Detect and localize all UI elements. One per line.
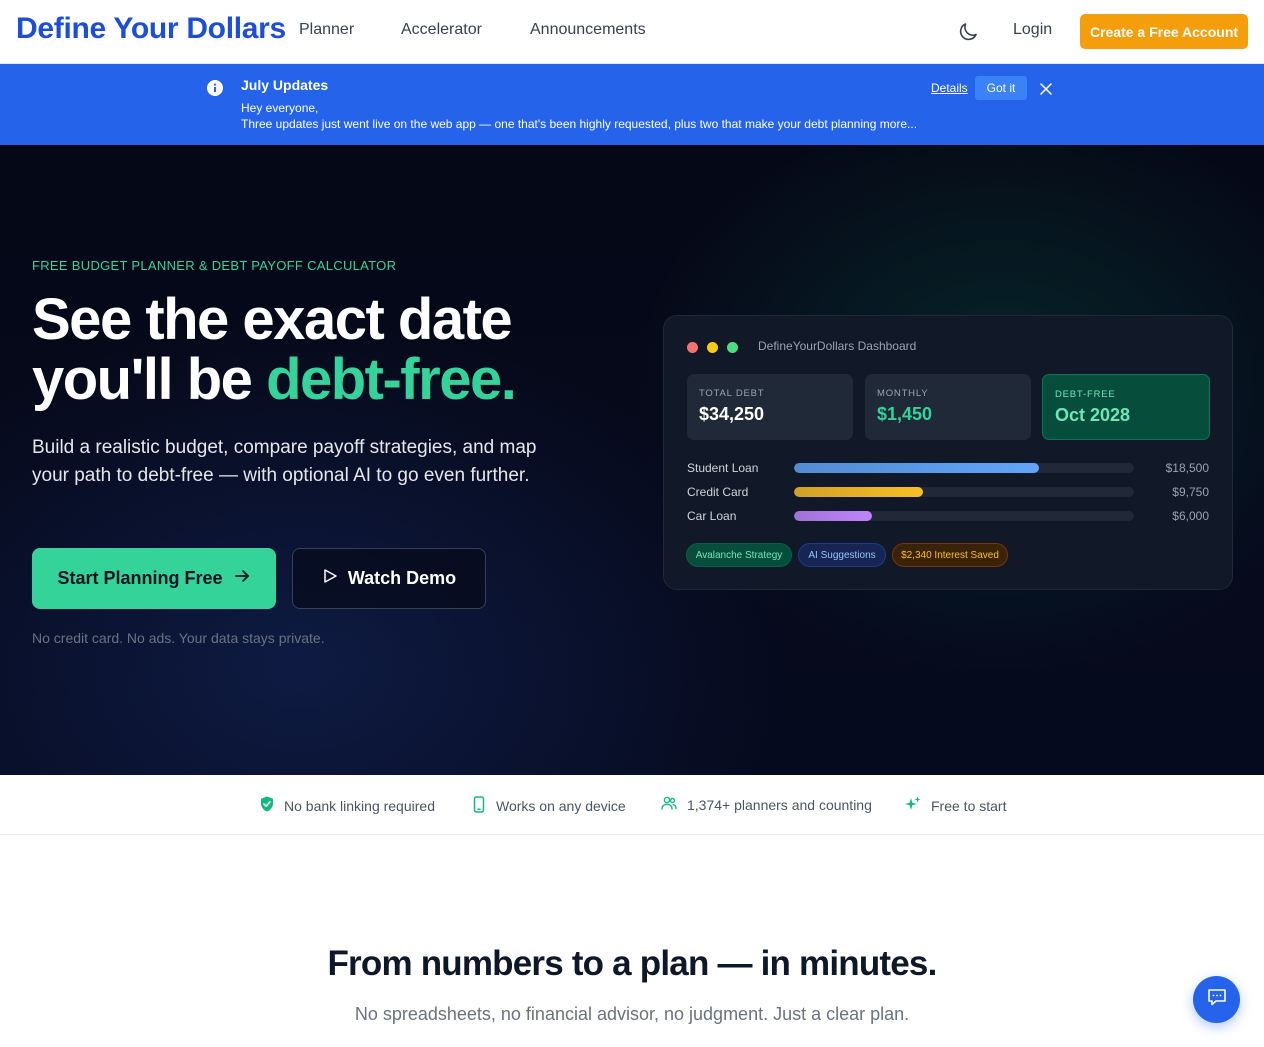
stat-value: Oct 2028: [1055, 405, 1131, 425]
phone-icon: [472, 796, 486, 816]
hero-eyebrow: FREE BUDGET PLANNER & DEBT PAYOFF CALCUL…: [32, 258, 397, 273]
headline-accent: debt-free.: [266, 347, 517, 412]
nav-link-announcements[interactable]: Announcements: [530, 21, 646, 39]
stat-label: TOTAL DEBT: [699, 388, 765, 399]
stat-label: MONTHLY: [877, 388, 929, 399]
trust-text: Works on any device: [496, 798, 626, 814]
trust-text: 1,374+ planners and counting: [687, 796, 872, 813]
watch-demo-label: Watch Demo: [347, 568, 457, 588]
start-planning-button[interactable]: Start Planning Free: [32, 548, 276, 609]
stat-monthly: MONTHLY $1,450: [865, 374, 1031, 440]
section-subtitle: No spreadsheets, no financial advisor, n…: [354, 1004, 910, 1024]
headline-line-2-prefix: you'll be: [32, 347, 267, 412]
dark-mode-toggle-icon[interactable]: [956, 20, 980, 44]
shield-check-icon: [260, 796, 274, 815]
trust-bar: [0, 775, 1264, 835]
trust-item-no-bank: No bank linking required: [260, 796, 435, 815]
play-icon: [322, 568, 338, 589]
nav-link-planner[interactable]: Planner: [299, 21, 354, 39]
trust-text: Free to start: [931, 797, 1007, 814]
stat-value: $34,250: [699, 404, 765, 424]
announcement-banner: [0, 64, 1264, 145]
banner-title: July Updates: [241, 77, 329, 93]
chip-avalanche-strategy: Avalanche Strategy: [686, 543, 792, 567]
chat-icon: [1206, 986, 1228, 1013]
close-icon[interactable]: [1040, 82, 1052, 95]
stat-value: $1,450: [877, 404, 933, 424]
chat-button[interactable]: [1193, 976, 1240, 1023]
banner-message: Three updates just went live on the web …: [241, 117, 918, 131]
stat-label: DEBT-FREE: [1055, 389, 1116, 400]
nav-link-accelerator[interactable]: Accelerator: [401, 21, 482, 39]
hero-subcopy: Build a realistic budget, compare payoff…: [32, 437, 537, 486]
users-icon: [661, 796, 677, 813]
debt-name-credit-card: Credit Card: [687, 485, 749, 499]
section-title: From numbers to a plan — in minutes.: [327, 944, 937, 983]
banner-greeting: Hey everyone,: [241, 101, 319, 115]
brand-logo[interactable]: Define Your Dollars: [16, 12, 286, 46]
hero-headline: See the exact date you'll be debt-free.: [32, 287, 517, 412]
stat-total-debt: TOTAL DEBT $34,250: [687, 374, 853, 440]
window-dot-yellow: [707, 342, 718, 353]
top-nav: Define Your Dollars Planner Accelerator …: [0, 0, 1264, 64]
debt-name-student-loan: Student Loan: [687, 461, 759, 475]
debt-bar-fill: [794, 511, 873, 521]
trust-text: No bank linking required: [284, 797, 435, 814]
trust-item-planners: 1,374+ planners and counting: [661, 796, 872, 813]
headline-line-1: See the exact date: [32, 287, 513, 352]
debt-bar-fill: [794, 487, 924, 497]
window-dot-red: [687, 342, 698, 353]
sparkles-icon: [905, 796, 921, 815]
debt-bar-track: [794, 511, 1134, 521]
chip-interest-saved: $2,340 Interest Saved: [892, 543, 1008, 567]
chip-ai-suggestions: AI Suggestions: [798, 543, 886, 567]
debt-bar-track: [794, 463, 1134, 473]
hero-fineprint: No credit card. No ads. Your data stays …: [32, 630, 325, 646]
arrow-right-icon: [233, 567, 251, 590]
login-link[interactable]: Login: [1013, 21, 1052, 39]
window-dot-green: [727, 342, 738, 353]
trust-item-any-device: Works on any device: [472, 796, 626, 816]
debt-amount-car-loan: $6,000: [1172, 509, 1209, 523]
banner-got-it-button[interactable]: Got it: [975, 76, 1027, 100]
trust-item-free: Free to start: [905, 796, 1006, 815]
stat-debt-free-date: DEBT-FREE Oct 2028: [1042, 374, 1210, 440]
debt-amount-credit-card: $9,750: [1172, 485, 1209, 499]
start-planning-label: Start Planning Free: [57, 568, 223, 588]
debt-name-car-loan: Car Loan: [687, 509, 737, 523]
banner-details-link[interactable]: Details: [931, 81, 968, 95]
debt-bar-fill: [794, 463, 1039, 473]
dashboard-title: DefineYourDollars Dashboard: [758, 339, 917, 353]
create-account-button[interactable]: Create a Free Account: [1080, 14, 1248, 49]
debt-bar-track: [794, 487, 1134, 497]
watch-demo-button[interactable]: Watch Demo: [292, 548, 486, 609]
info-icon: [207, 80, 223, 96]
debt-amount-student-loan: $18,500: [1165, 461, 1209, 475]
